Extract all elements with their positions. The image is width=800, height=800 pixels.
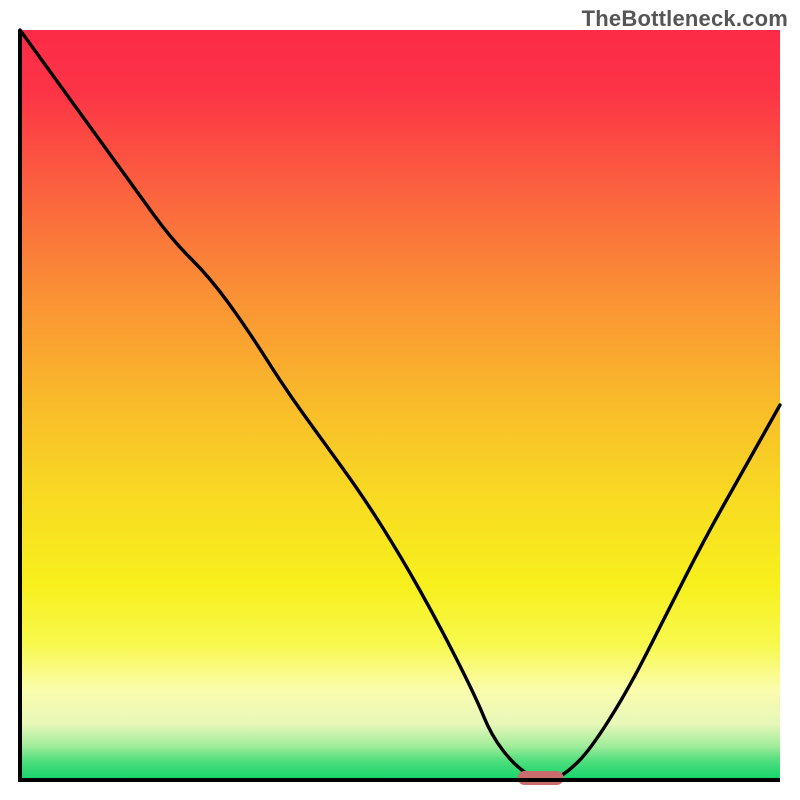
attribution-label: TheBottleneck.com	[582, 6, 788, 32]
bottleneck-chart	[0, 0, 800, 800]
plot-area	[20, 30, 780, 780]
chart-container: TheBottleneck.com	[0, 0, 800, 800]
